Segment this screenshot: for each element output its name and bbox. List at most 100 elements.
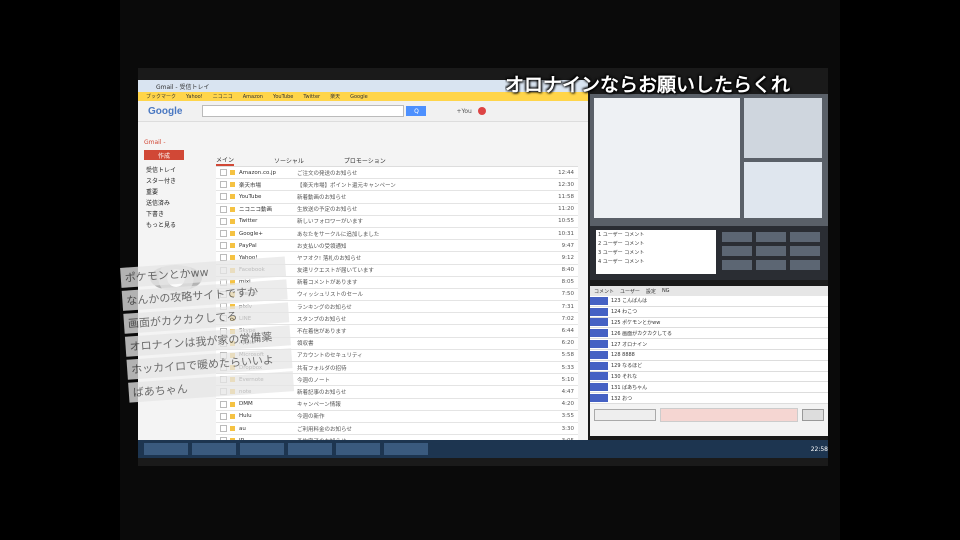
bookmark[interactable]: 楽天 bbox=[330, 93, 340, 100]
notification-icon[interactable] bbox=[477, 107, 486, 115]
tab-settings[interactable]: 設定 bbox=[646, 288, 656, 295]
list-item[interactable]: 3 ユーザー コメント bbox=[596, 248, 716, 257]
row-checkbox[interactable] bbox=[220, 205, 227, 213]
list-item[interactable]: 127 オロナイン bbox=[590, 339, 828, 350]
taskbar-item[interactable] bbox=[144, 443, 188, 455]
row-time: 5:10 bbox=[561, 376, 574, 383]
list-item[interactable]: 125 ポケモンとかww bbox=[590, 317, 828, 329]
row-subject: 今週の新作 bbox=[297, 414, 325, 421]
tab-ng[interactable]: NG bbox=[662, 288, 670, 294]
row-subject: ご利用料金のお知らせ bbox=[297, 426, 352, 433]
comment-input-bar bbox=[594, 408, 824, 422]
table-row[interactable]: YouTube 新着動画のお知らせ 11:58 bbox=[216, 191, 578, 204]
comment-text: 124 わこつ bbox=[611, 309, 638, 316]
list-item[interactable]: 132 おつ bbox=[590, 393, 828, 404]
control-button[interactable] bbox=[756, 232, 786, 242]
list-item[interactable]: 126 画面がカクカクしてる bbox=[590, 328, 828, 340]
tab-users[interactable]: ユーザー bbox=[620, 288, 640, 295]
table-row[interactable]: 楽天市場 【楽天市場】ポイント還元キャンペーン 12:30 bbox=[216, 179, 578, 192]
tab-social[interactable]: ソーシャル bbox=[274, 156, 304, 165]
list-item[interactable]: 131 ばあちゃん bbox=[590, 382, 828, 394]
name-field[interactable] bbox=[594, 409, 656, 421]
control-button[interactable] bbox=[722, 260, 752, 270]
table-row[interactable]: Amazon.co.jp ご注文の発送のお知らせ 12:44 bbox=[216, 167, 578, 180]
bookmark[interactable]: Amazon bbox=[243, 94, 263, 100]
row-checkbox[interactable] bbox=[220, 169, 227, 177]
bookmark[interactable]: ニコニコ bbox=[213, 93, 233, 100]
bookmark[interactable]: ブックマーク bbox=[146, 93, 176, 100]
star-icon[interactable] bbox=[230, 243, 235, 249]
google-logo: Google bbox=[148, 105, 183, 117]
list-item[interactable]: 123 こんばんは bbox=[590, 296, 828, 307]
comment-input[interactable] bbox=[660, 408, 798, 422]
control-button[interactable] bbox=[722, 246, 752, 256]
list-item[interactable]: 129 なるほど bbox=[590, 360, 828, 372]
taskbar-item[interactable] bbox=[336, 443, 380, 455]
taskbar-item[interactable] bbox=[192, 443, 236, 455]
compose-button[interactable]: 作成 bbox=[144, 150, 184, 160]
search-input[interactable] bbox=[202, 105, 405, 117]
search-icon: Q bbox=[414, 107, 419, 115]
row-time: 10:31 bbox=[558, 230, 574, 237]
row-sender: YouTube bbox=[239, 193, 262, 200]
taskbar-item[interactable] bbox=[288, 443, 332, 455]
list-item[interactable]: 2 ユーザー コメント bbox=[596, 239, 716, 248]
star-icon[interactable] bbox=[230, 206, 235, 212]
taskbar-item[interactable] bbox=[384, 443, 428, 455]
taskbar-item[interactable] bbox=[240, 443, 284, 455]
tab-primary[interactable]: メイン bbox=[216, 155, 235, 166]
row-checkbox[interactable] bbox=[220, 193, 227, 201]
user-icon bbox=[590, 307, 608, 316]
row-time: 3:30 bbox=[561, 425, 574, 432]
star-icon[interactable] bbox=[230, 182, 235, 188]
control-button[interactable] bbox=[756, 260, 786, 270]
star-icon[interactable] bbox=[230, 170, 235, 176]
stream-preview bbox=[590, 94, 828, 234]
bookmark[interactable]: Twitter bbox=[303, 94, 320, 100]
control-button[interactable] bbox=[790, 232, 820, 242]
nav-item[interactable]: 重要 bbox=[138, 186, 206, 197]
list-item[interactable]: 1 ユーザー コメント bbox=[596, 230, 716, 239]
row-checkbox[interactable] bbox=[220, 217, 227, 225]
tab-promotions[interactable]: プロモーション bbox=[344, 156, 386, 165]
tab-comments[interactable]: コメント bbox=[594, 288, 614, 295]
bookmark[interactable]: Google bbox=[350, 94, 368, 100]
preview-main bbox=[594, 98, 740, 218]
gmail-brand[interactable]: Gmail - bbox=[144, 139, 200, 146]
table-row[interactable]: Twitter 新しいフォロワーがいます 10:55 bbox=[216, 215, 578, 228]
user-icon bbox=[590, 383, 608, 392]
list-item[interactable]: 128 8888 bbox=[590, 349, 828, 361]
star-icon[interactable] bbox=[230, 231, 235, 237]
nav-item[interactable]: 受信トレイ bbox=[138, 164, 206, 175]
star-icon[interactable] bbox=[230, 194, 235, 200]
send-button[interactable] bbox=[802, 409, 824, 421]
nav-item[interactable]: スター付き bbox=[138, 175, 206, 186]
row-sender: Google+ bbox=[239, 230, 264, 237]
list-item[interactable]: 124 わこつ bbox=[590, 306, 828, 318]
list-item[interactable]: 4 ユーザー コメント bbox=[596, 257, 716, 266]
row-time: 11:20 bbox=[558, 206, 574, 213]
row-time: 7:50 bbox=[561, 291, 574, 298]
row-checkbox[interactable] bbox=[220, 230, 227, 238]
star-icon[interactable] bbox=[230, 218, 235, 224]
control-button[interactable] bbox=[790, 246, 820, 256]
control-button[interactable] bbox=[722, 232, 752, 242]
nav-item[interactable]: もっと見る bbox=[138, 219, 206, 230]
row-time: 4:20 bbox=[561, 401, 574, 408]
table-row[interactable]: Google+ あなたをサークルに追加しました 10:31 bbox=[216, 227, 578, 241]
preview-thumb bbox=[744, 98, 822, 158]
bookmark[interactable]: Yahoo! bbox=[186, 94, 203, 100]
control-button[interactable] bbox=[790, 260, 820, 270]
table-row[interactable]: ニコニコ動画 生放送の予定のお知らせ 11:20 bbox=[216, 203, 578, 216]
user-link[interactable]: +You bbox=[456, 108, 471, 115]
table-row[interactable]: PayPal お支払いの受領通知 9:47 bbox=[216, 240, 578, 253]
nav-item[interactable]: 送信済み bbox=[138, 197, 206, 208]
search-button[interactable]: Q bbox=[406, 106, 427, 116]
control-button[interactable] bbox=[756, 246, 786, 256]
row-checkbox[interactable] bbox=[220, 242, 227, 250]
list-item[interactable]: 130 それな bbox=[590, 371, 828, 383]
bookmark[interactable]: YouTube bbox=[273, 94, 293, 100]
user-icon bbox=[590, 361, 608, 370]
nav-item[interactable]: 下書き bbox=[138, 208, 206, 219]
row-checkbox[interactable] bbox=[220, 181, 227, 189]
